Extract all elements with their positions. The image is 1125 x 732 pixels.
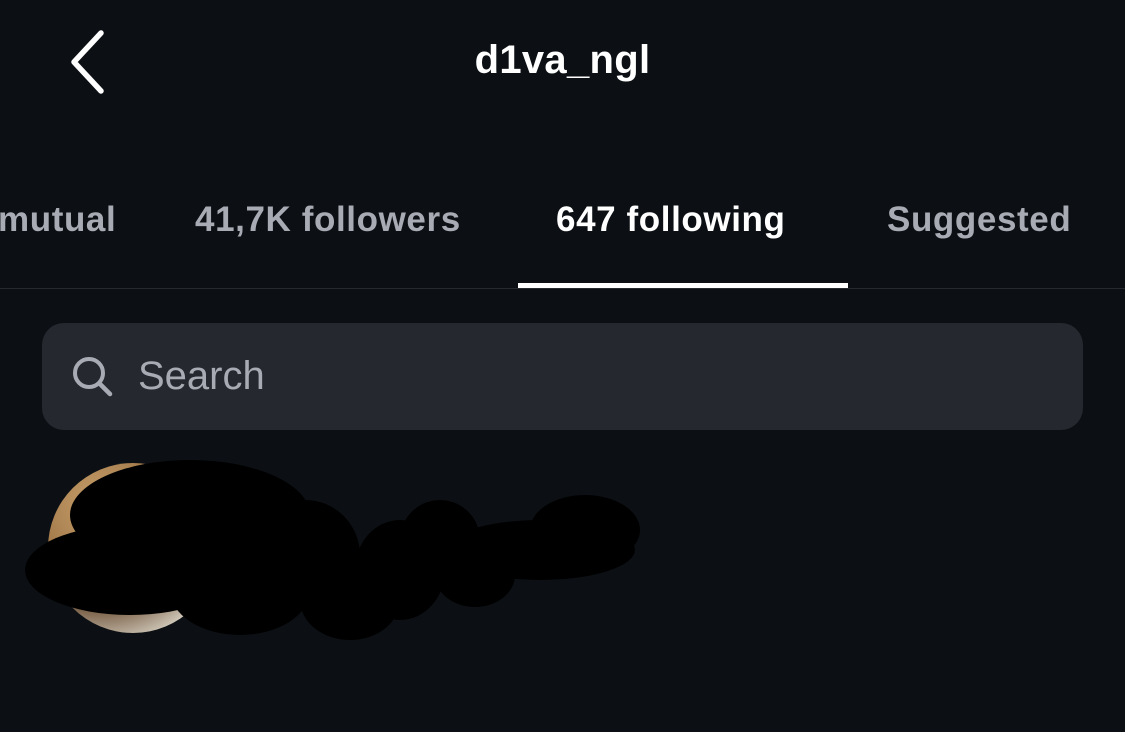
search-bar[interactable] [42,323,1083,430]
search-input[interactable] [138,354,938,399]
tab-mutual[interactable]: mutual [0,200,116,240]
tabs-divider [0,288,1125,289]
tab-suggested[interactable]: Suggested [887,200,1071,240]
redaction-scribble [25,460,640,640]
tab-followers[interactable]: 41,7K followers [195,200,461,240]
page-title: d1va_ngl [474,38,651,82]
search-icon [70,354,116,400]
tab-bar: mutual 41,7K followers 647 following Sug… [0,200,1125,250]
list-item[interactable]: ania [0,455,1125,645]
following-screen: d1va_ngl mutual 41,7K followers 647 foll… [0,0,1125,732]
tab-following[interactable]: 647 following [556,200,786,240]
